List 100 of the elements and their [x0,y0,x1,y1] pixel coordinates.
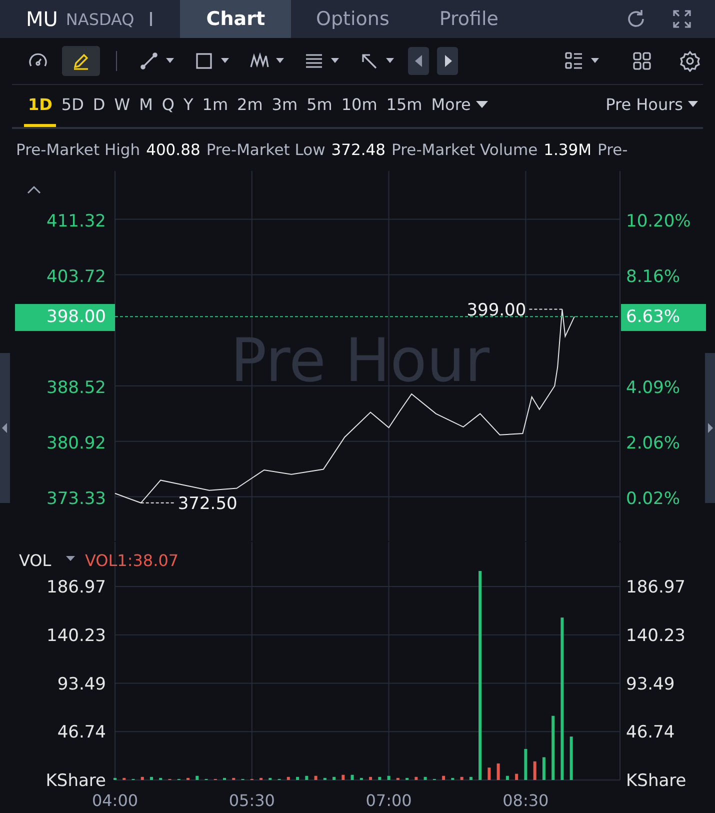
volume-axis-label: KShare [46,771,106,791]
volume-bar [314,776,318,780]
fullscreen-icon[interactable] [671,8,693,30]
volume-axis-label: KShare [626,771,686,791]
settings-icon[interactable] [679,50,701,72]
volume-bar [451,778,454,780]
price-axis-label: 380.92 [46,433,106,454]
volume-axis-label: 140.23 [46,626,106,646]
grid-icon[interactable] [631,50,653,72]
tab[interactable]: Options [291,0,414,38]
caret-icon [688,101,698,108]
volume-bar [232,778,236,780]
tab[interactable]: Chart [180,0,292,38]
period-tab[interactable]: Y [179,85,198,127]
leader-line [528,308,563,310]
volume-bar [150,776,153,780]
time-axis-label: 08:30 [502,791,549,810]
percent-axis-label: 2.06% [626,433,680,454]
volume-bar [533,761,536,780]
time-axis-label: 04:00 [92,791,138,810]
period-tab[interactable]: 1D [24,85,56,127]
refresh-icon[interactable] [625,8,647,30]
percent-axis-label: 8.16% [626,266,680,287]
volume-bar [268,778,272,780]
volume-axis-label: 46.74 [57,722,106,743]
volume-bar [332,776,336,780]
volume-axis-label: 140.23 [626,626,686,646]
low-price-label: 372.50 [178,494,238,514]
period-tab[interactable]: 5m [302,85,336,127]
percent-axis-label: 10.20% [626,211,691,232]
volume-bar [414,776,418,780]
volume-axis-label: 93.49 [626,674,675,694]
scroll-left-button[interactable] [408,47,429,75]
volume-bar [496,763,500,780]
line-icon [138,50,160,72]
stat-value: 372.48 [331,141,386,159]
percent-axis-label: 4.09% [626,378,680,398]
volume-bar [369,776,372,780]
more-dropdown[interactable]: More [427,85,492,127]
period-tab[interactable]: M [135,85,157,127]
time-axis-label: 07:00 [366,791,412,810]
indicator-value: VOL1:38.07 [85,551,179,570]
tab[interactable]: Profile [414,0,524,38]
right-panel-handle[interactable] [705,353,715,503]
volume-bar [524,748,528,780]
volume-bar [570,736,573,780]
ticker-symbol: MU [26,7,58,31]
volume-axis-label: 186.97 [626,578,686,598]
period-tab[interactable]: 2m [233,85,267,127]
period-tab[interactable]: 1m [198,85,232,127]
volume-axis-label: 186.97 [46,578,106,598]
collapse-icon[interactable] [27,186,41,194]
volume-bar [159,778,162,780]
price-axis-label: 388.52 [46,378,106,398]
volume-axis-label: 93.49 [57,674,106,694]
period-tab[interactable]: D [88,85,110,127]
high-price-label: 399.00 [466,300,526,320]
square-icon [193,50,215,72]
caret-icon [476,100,488,108]
volume-bar [114,778,116,780]
volume-bar [223,778,226,780]
stat-label: Pre-Market Volume [392,141,538,159]
price-axis-label: 411.32 [46,211,106,232]
volume-bar [260,778,263,780]
scroll-right-button[interactable] [437,47,458,75]
volume-bar [140,776,144,780]
volume-axis-label: 46.74 [626,722,675,743]
drawing-tool[interactable] [62,46,100,76]
volume-bar [342,774,345,780]
stat-value: 400.88 [146,141,200,159]
left-arrow-icon [414,55,422,67]
volume-bar [469,776,472,780]
stat-label: Pre-Market High [16,141,140,159]
volume-bar [552,716,555,780]
volume-bar [378,776,382,780]
period-tab[interactable]: 5D [57,85,88,127]
price-axis-label: 403.72 [46,266,106,287]
indicator-name[interactable]: VOL [19,551,52,570]
left-panel-handle[interactable] [0,353,10,503]
period-tab[interactable]: 3m [268,85,302,127]
exchange-label: NASDAQ [66,10,134,28]
current-price-tag: 398.00 [15,304,115,331]
period-tab[interactable]: Q [158,85,178,127]
period-tab[interactable]: 10m [337,85,382,127]
session-dropdown[interactable]: Pre Hours [602,85,702,127]
volume-bar [488,768,491,780]
current-change-tag: 6.63% [621,304,706,331]
volume-bar [305,776,308,780]
volume-bar [196,776,199,780]
volume-bar [323,778,326,780]
dropdown-caret-icon[interactable] [66,556,75,561]
stat-label: Pre- [598,141,628,159]
volume-bar [506,776,509,780]
volume-bar [424,776,427,780]
time-axis-label: 05:30 [228,791,275,810]
volume-bar [387,776,390,780]
period-tab[interactable]: 15m [382,85,426,127]
volume-bar [442,776,446,780]
volume-bar [406,778,409,780]
period-tab[interactable]: W [110,85,134,127]
